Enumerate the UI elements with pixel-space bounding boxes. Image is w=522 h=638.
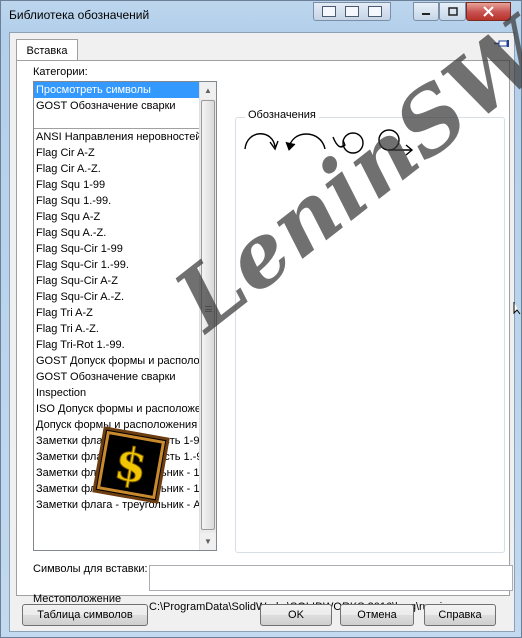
list-item[interactable]: Flag Squ A.-Z. [34,225,201,241]
insert-symbols-field[interactable] [149,565,513,591]
list-item[interactable]: Заметки флага - треугольник - A-Z [34,497,201,513]
dialog-window: Библиотека обозначений Вставка Категории… [0,0,522,638]
list-item[interactable]: Flag Tri-Rot 1.-99. [34,337,201,353]
list-scrollbar[interactable]: ▲ ▼ [199,82,216,550]
symbol-table-button[interactable]: Таблица символов [22,604,148,626]
list-item[interactable]: Flag Squ-Cir A-Z [34,273,201,289]
tab-label: Вставка [26,44,68,57]
list-item[interactable]: Просмотреть символы [34,82,201,98]
title-bar[interactable]: Библиотека обозначений [1,1,521,31]
close-button[interactable] [466,2,511,21]
window-icon[interactable] [344,6,359,17]
circle-arrow-left-icon[interactable] [332,132,364,154]
dialog-client-area: Вставка Категории: Просмотреть символы GO… [9,1,522,632]
list-item[interactable]: Flag Squ 1.-99. [34,193,201,209]
dollar-sign-icon: $ [92,426,170,504]
insert-panel: Категории: Просмотреть символы GOST Обозн… [16,1,522,617]
scroll-down-button[interactable]: ▼ [200,533,216,550]
scroll-thumb[interactable] [201,100,215,530]
list-item[interactable]: Flag Tri A-Z [34,305,201,321]
insert-symbols-label: Символы для вставки: [33,563,148,575]
help-button[interactable]: Справка [424,604,496,626]
categories-label: Категории: [33,66,88,78]
window-icon[interactable] [321,6,336,17]
cancel-button-label: Отмена [357,609,397,621]
window-title: Библиотека обозначений [9,8,150,22]
list-item[interactable]: Flag Squ 1-99 [34,177,201,193]
pin-icon[interactable] [494,37,510,51]
chevron-down-icon: ▼ [204,537,212,546]
ok-button[interactable]: OK [260,604,332,626]
list-item[interactable]: Flag Squ A-Z [34,209,201,225]
list-item[interactable]: GOST Обозначение сварки [34,369,201,385]
cancel-button[interactable]: Отмена [340,604,414,626]
list-item[interactable]: Flag Squ-Cir 1.-99. [34,257,201,273]
chevron-up-icon: ▲ [204,86,212,95]
window-icon[interactable] [368,6,383,17]
minimize-icon [422,12,430,15]
cursor-arrow-icon [513,302,521,315]
grip-icon [205,306,212,312]
tab-insert[interactable]: Вставка [16,39,78,61]
list-item[interactable]: GOST Допуск формы и расположения [34,353,201,369]
symbols-group [235,117,505,553]
arc-arrow-icon[interactable] [244,133,279,151]
title-bar-toolbar [313,2,391,21]
list-item[interactable]: ISO Допуск формы и расположения [34,401,201,417]
list-item[interactable]: Flag Cir A.-Z. [34,161,201,177]
list-item[interactable]: GOST Обозначение сварки [34,98,201,114]
maximize-button[interactable] [439,2,466,21]
list-item[interactable]: Flag Squ-Cir 1-99 [34,241,201,257]
arc-arrow-reverse-icon[interactable] [285,133,326,151]
symbol-table-button-label: Таблица символов [37,609,133,621]
scroll-up-button[interactable]: ▲ [200,82,216,99]
circle-arrow-right-icon[interactable] [378,129,414,156]
symbols-group-label: Обозначения [245,109,319,121]
minimize-button[interactable] [413,2,439,21]
maximize-icon [447,7,458,16]
list-item[interactable]: Flag Tri A.-Z. [34,321,201,337]
list-item[interactable]: Flag Cir A-Z [34,145,201,161]
list-item[interactable]: ANSI Направления неровностей [34,129,201,145]
list-item[interactable]: Inspection [34,385,201,401]
list-item[interactable]: Flag Squ-Cir A.-Z. [34,289,201,305]
ok-button-label: OK [288,609,304,621]
help-button-label: Справка [438,609,482,621]
close-icon [483,6,494,17]
list-separator [34,114,201,129]
symbols-preview[interactable] [241,125,421,161]
